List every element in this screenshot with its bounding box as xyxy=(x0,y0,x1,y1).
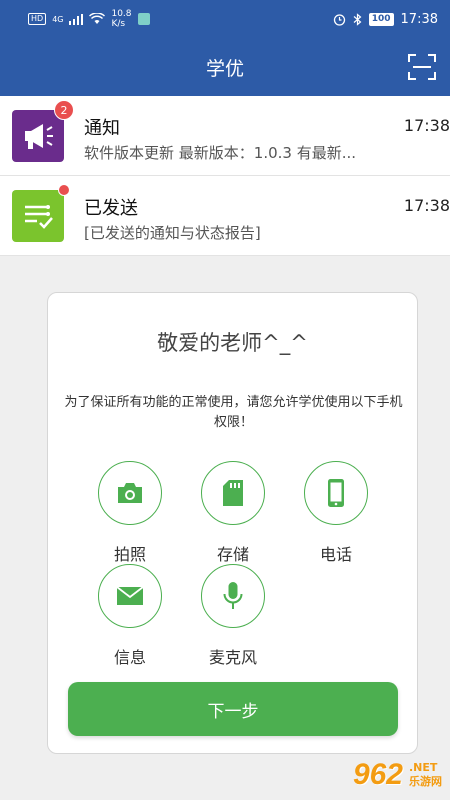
list-item-notify[interactable]: 2 通知 软件版本更新 最新版本：1.0.3 有最新... 17:38 xyxy=(0,96,450,176)
list-item-sent[interactable]: 已发送 [已发送的通知与状态报告] 17:38 xyxy=(0,176,450,256)
permission-label: 信息 xyxy=(113,648,146,667)
list-item-title: 已发送 xyxy=(84,198,138,219)
permission-label: 拍照 xyxy=(113,545,146,564)
watermark-name: 乐游网 xyxy=(409,775,442,788)
checklist-icon xyxy=(12,190,64,242)
watermark-suffix: .NET xyxy=(409,761,438,774)
dialog-title: 敬爱的老师^_^ xyxy=(157,331,308,355)
status-bar: HD 4G 10.8 K/s 100 17:38 xyxy=(0,0,450,38)
signal-icon xyxy=(69,13,84,25)
wifi-icon xyxy=(89,13,106,24)
conversation-list: 2 通知 软件版本更新 最新版本：1.0.3 有最新... 17:38 已发送 … xyxy=(0,96,450,256)
permission-label: 麦克风 xyxy=(208,648,257,667)
permission-message: 信息 xyxy=(90,564,170,668)
site-watermark: 962 .NET 乐游网 xyxy=(353,758,442,792)
app-notification-icon xyxy=(137,13,150,25)
permission-label: 存储 xyxy=(216,545,249,564)
watermark-logo: 962 xyxy=(352,758,403,791)
status-time: 17:38 xyxy=(400,11,438,27)
network-speed: 10.8 K/s xyxy=(111,9,131,29)
camera-icon xyxy=(98,461,162,525)
message-icon xyxy=(98,564,162,628)
speed-unit: K/s xyxy=(111,19,126,29)
hd-indicator: HD xyxy=(28,13,47,25)
permission-phone: 电话 xyxy=(296,461,376,565)
list-item-title: 通知 xyxy=(84,118,120,139)
unread-badge: 2 xyxy=(54,100,74,120)
watermark-text: .NET 乐游网 xyxy=(409,761,442,789)
next-button[interactable]: 下一步 xyxy=(68,682,398,736)
sdcard-icon xyxy=(201,461,265,525)
battery-indicator: 100 xyxy=(368,12,394,26)
permission-camera: 拍照 xyxy=(90,461,170,565)
bluetooth-icon xyxy=(353,12,362,26)
dialog-message: 为了保证所有功能的正常使用，请您允许学优使用以下手机权限！ xyxy=(64,395,403,430)
app-title: 学优 xyxy=(205,57,244,80)
network-type: 4G xyxy=(52,14,64,24)
permission-dialog: 敬爱的老师^_^ 为了保证所有功能的正常使用，请您允许学优使用以下手机权限！ 拍… xyxy=(47,292,418,754)
scan-icon[interactable] xyxy=(408,54,436,80)
alarm-icon xyxy=(333,13,345,26)
app-bar: 学优 xyxy=(0,38,450,96)
microphone-icon xyxy=(201,564,265,628)
unread-dot xyxy=(58,184,70,196)
list-item-subtitle: 软件版本更新 最新版本：1.0.3 有最新... xyxy=(84,144,357,162)
status-right: 100 17:38 xyxy=(333,12,438,27)
permission-microphone: 麦克风 xyxy=(193,564,273,668)
permission-storage: 存储 xyxy=(193,461,273,565)
speed-value: 10.8 xyxy=(111,9,132,19)
permission-label: 电话 xyxy=(319,545,352,564)
status-left: HD 4G 10.8 K/s xyxy=(28,9,150,29)
list-item-time: 17:38 xyxy=(403,116,450,135)
list-item-time: 17:38 xyxy=(403,196,450,215)
list-item-subtitle: [已发送的通知与状态报告] xyxy=(84,224,261,242)
megaphone-icon xyxy=(12,110,64,162)
phone-icon xyxy=(304,461,368,525)
